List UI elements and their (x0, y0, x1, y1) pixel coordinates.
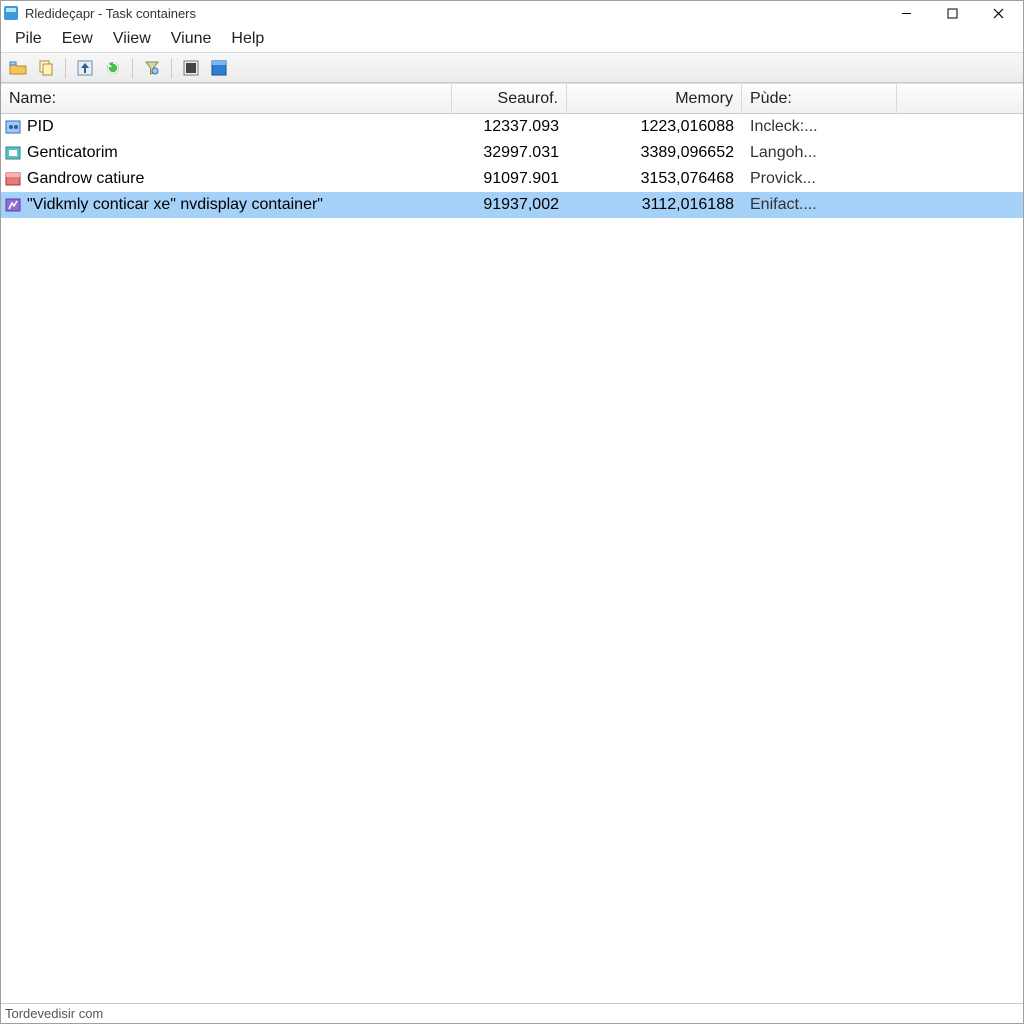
table-row[interactable]: PID 12337.093 1223,016088 Incleck:... (1, 114, 1023, 140)
toolbar (1, 53, 1023, 83)
toolbar-separator (132, 58, 133, 78)
table-row[interactable]: "Vidkmly conticar xe" nvdisplay containe… (1, 192, 1023, 218)
table-row[interactable]: Genticatorim 32997.031 3389,096652 Lango… (1, 140, 1023, 166)
column-headers: Name: Seaurof. Memory Pùde: (1, 84, 1023, 114)
up-arrow-icon[interactable] (72, 56, 98, 80)
process-memory: 3389,096652 (567, 144, 742, 162)
window-controls (883, 1, 1021, 25)
process-pide: Provick... (742, 170, 897, 188)
process-memory: 1223,016088 (567, 118, 742, 136)
process-icon (5, 197, 21, 213)
open-folder-icon[interactable] (5, 56, 31, 80)
process-search: 32997.031 (452, 144, 567, 162)
minimize-button[interactable] (883, 1, 929, 25)
process-pide: Incleck:... (742, 118, 897, 136)
properties-icon[interactable] (178, 56, 204, 80)
process-pide: Langoh... (742, 144, 897, 162)
toolbar-separator (171, 58, 172, 78)
rows-container: PID 12337.093 1223,016088 Incleck:... Ge… (1, 114, 1023, 1003)
filter-icon[interactable] (139, 56, 165, 80)
menu-view[interactable]: Viiew (103, 26, 161, 52)
menu-help[interactable]: Help (221, 26, 274, 52)
copy-icon[interactable] (33, 56, 59, 80)
process-name: "Vidkmly conticar xe" nvdisplay containe… (27, 196, 323, 214)
process-icon (5, 145, 21, 161)
process-search: 91097.901 (452, 170, 567, 188)
menu-pile[interactable]: Pile (5, 26, 52, 52)
process-pide: Enifact.... (742, 196, 897, 214)
titlebar: Rledideçapr - Task containers (1, 1, 1023, 25)
process-icon (5, 119, 21, 135)
maximize-button[interactable] (929, 1, 975, 25)
header-name[interactable]: Name: (1, 84, 452, 113)
process-search: 12337.093 (452, 118, 567, 136)
process-icon (5, 171, 21, 187)
process-search: 91937,002 (452, 196, 567, 214)
close-button[interactable] (975, 1, 1021, 25)
menu-eew[interactable]: Eew (52, 26, 103, 52)
toolbar-separator (65, 58, 66, 78)
menu-viune[interactable]: Viune (161, 26, 222, 52)
app-window: Rledideçapr - Task containers Pile Eew V… (0, 0, 1024, 1024)
header-search[interactable]: Seaurof. (452, 84, 567, 113)
app-icon (3, 5, 19, 21)
process-list: Name: Seaurof. Memory Pùde: PID 12337.09… (1, 83, 1023, 1003)
menubar: Pile Eew Viiew Viune Help (1, 25, 1023, 53)
window-title: Rledideçapr - Task containers (25, 6, 883, 21)
process-name: Genticatorim (27, 144, 118, 162)
process-name: Gandrow catiure (27, 170, 144, 188)
status-text: Tordevedisir com (5, 1006, 103, 1021)
process-name: PID (27, 118, 54, 136)
process-memory: 3153,076468 (567, 170, 742, 188)
header-memory[interactable]: Memory (567, 84, 742, 113)
window-icon[interactable] (206, 56, 232, 80)
table-row[interactable]: Gandrow catiure 91097.901 3153,076468 Pr… (1, 166, 1023, 192)
header-pide[interactable]: Pùde: (742, 84, 897, 113)
refresh-icon[interactable] (100, 56, 126, 80)
process-memory: 3112,016188 (567, 196, 742, 214)
statusbar: Tordevedisir com (1, 1003, 1023, 1023)
